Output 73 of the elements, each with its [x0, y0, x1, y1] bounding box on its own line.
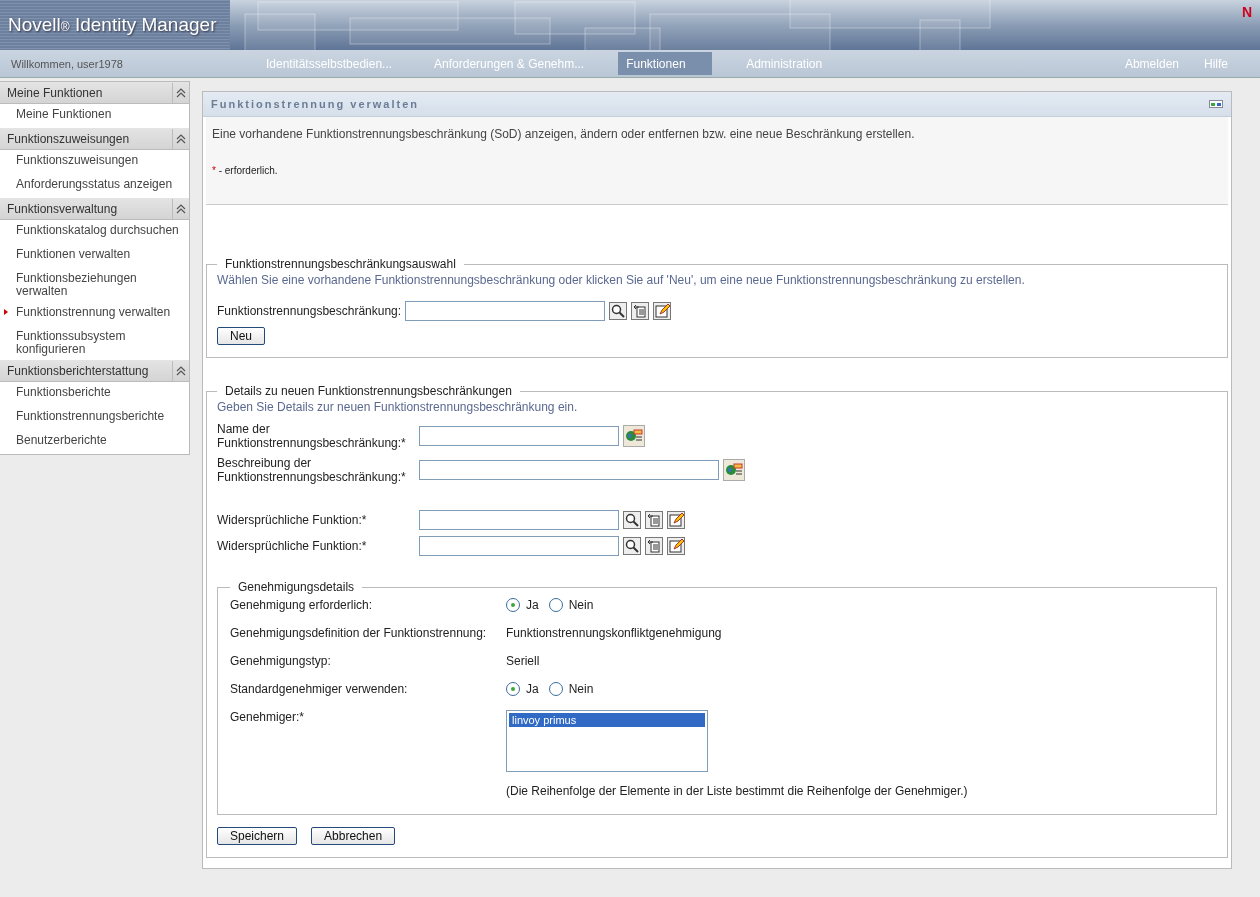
sidebar-item[interactable]: Anforderungsstatus anzeigen [0, 174, 189, 198]
list-icon[interactable] [631, 302, 650, 320]
sidebar-section-header[interactable]: Funktionsverwaltung [0, 198, 189, 220]
sidebar-item[interactable]: Benutzerberichte [0, 430, 189, 454]
input-field[interactable] [419, 460, 719, 480]
pencil-icon[interactable] [667, 537, 685, 555]
sidebar-item[interactable]: Funktionskatalog durchsuchen [0, 220, 189, 244]
hint-text: Wählen Sie eine vorhandene Funktionstrennungsbeschränkung oder klicken Sie auf 'Neu', um eine neue Funktionstrennungsbeschränkung zu erstellen. [217, 273, 1026, 287]
sidebar-item[interactable]: Funktionsbeziehungen verwalten [0, 268, 189, 302]
field-label: Genehmigungsdefinition der Funktionstrennung: [230, 626, 488, 640]
section-title: Meine Funktionen [7, 85, 103, 100]
approver-list[interactable]: linvoy primus [506, 710, 708, 772]
layout-icon[interactable] [1209, 100, 1223, 108]
input-field[interactable] [419, 536, 619, 556]
required-note: * - erforderlich. [212, 165, 279, 176]
field-label: Widersprüchliche Funktion:* [217, 539, 368, 553]
group-legend: Funktionstrennungsbeschränkungsauswahl [217, 257, 464, 271]
sidebar-item[interactable]: Funktionsberichte [0, 382, 189, 406]
sidebar-item[interactable]: Funktionstrennungsberichte [0, 406, 189, 430]
sidebar-section-header[interactable]: Funktionsberichterstattung [0, 360, 189, 382]
radio-label: Nein [568, 598, 594, 612]
field-label: Beschreibung der Funktionstrennungsbeschränkung:* [217, 456, 407, 484]
radio-label: Ja [526, 598, 539, 612]
welcome-text: Willkommen, user1978 [10, 57, 124, 70]
sidebar-item[interactable]: Funktionssubsystem konfigurieren [0, 326, 189, 360]
logo-letter: N [1241, 4, 1252, 20]
sidebar-section-header[interactable]: Meine Funktionen [0, 82, 189, 104]
search-icon[interactable] [609, 302, 628, 320]
radio-button[interactable] [506, 682, 520, 696]
section-title: Funktionszuweisungen [7, 131, 130, 146]
field-value: Funktionstrennungskonfliktgenehmigung [506, 626, 722, 640]
sidebar-item[interactable]: Meine Funktionen [0, 104, 189, 128]
input-field[interactable] [419, 510, 619, 530]
cancel-button[interactable]: Abbrechen [311, 827, 396, 845]
list-icon[interactable] [645, 511, 663, 529]
note-text: (Die Reihenfolge der Elemente in der Liste bestimmt die Reihenfolge der Genehmiger.) [506, 784, 969, 798]
intro-text: Eine vorhandene Funktionstrennungsbeschränkung (SoD) anzeigen, ändern oder entfernen bzw. eine neue Beschränkung erstellen. [212, 127, 916, 141]
input-field[interactable] [419, 426, 619, 446]
radio-label: Nein [568, 682, 594, 696]
field-value: Seriell [506, 654, 540, 668]
hint-text: Geben Sie Details zur neuen Funktionstrennungsbeschränkung ein. [217, 400, 579, 414]
sidebar-item[interactable]: Funktionen verwalten [0, 244, 189, 268]
input-field[interactable] [405, 301, 606, 321]
radio-button[interactable] [548, 598, 563, 612]
app-title: Novell® Identity Manager [8, 14, 217, 36]
field-label: Name der Funktionstrennungsbeschränkung:* [217, 422, 407, 450]
field-label: Genehmigung erforderlich: [230, 598, 374, 612]
radio-label: Ja [526, 682, 539, 696]
group-legend: Genehmigungsdetails [230, 580, 363, 594]
pencil-icon[interactable] [667, 511, 685, 529]
sidebar-item[interactable]: Funktionstrennung verwalten [0, 302, 189, 326]
translate-icon[interactable] [723, 459, 745, 481]
sidebar-item[interactable]: Funktionszuweisungen [0, 150, 189, 174]
list-item[interactable]: linvoy primus [509, 713, 705, 727]
field-label: Genehmiger:* [230, 710, 306, 724]
group-legend: Details zu neuen Funktionstrennungsbeschränkungen [217, 384, 520, 398]
radio-button[interactable] [506, 598, 520, 612]
pencil-icon[interactable] [653, 302, 672, 320]
list-icon[interactable] [645, 537, 663, 555]
field-label: Funktionstrennungsbeschränkung: [217, 304, 402, 318]
radio-button[interactable] [548, 682, 563, 696]
section-title: Funktionsberichterstattung [7, 363, 149, 378]
field-label: Genehmigungstyp: [230, 654, 332, 668]
field-label: Widersprüchliche Funktion:* [217, 513, 368, 527]
search-icon[interactable] [623, 537, 641, 555]
field-label: Standardgenehmiger verwenden: [230, 682, 409, 696]
new-button[interactable]: Neu [217, 327, 265, 345]
sidebar-section-header[interactable]: Funktionszuweisungen [0, 128, 189, 150]
save-button[interactable]: Speichern [217, 827, 298, 845]
section-title: Funktionsverwaltung [7, 201, 118, 216]
panel-title: Funktionstrennung verwalten [211, 98, 419, 110]
search-icon[interactable] [623, 511, 641, 529]
translate-icon[interactable] [623, 425, 645, 447]
